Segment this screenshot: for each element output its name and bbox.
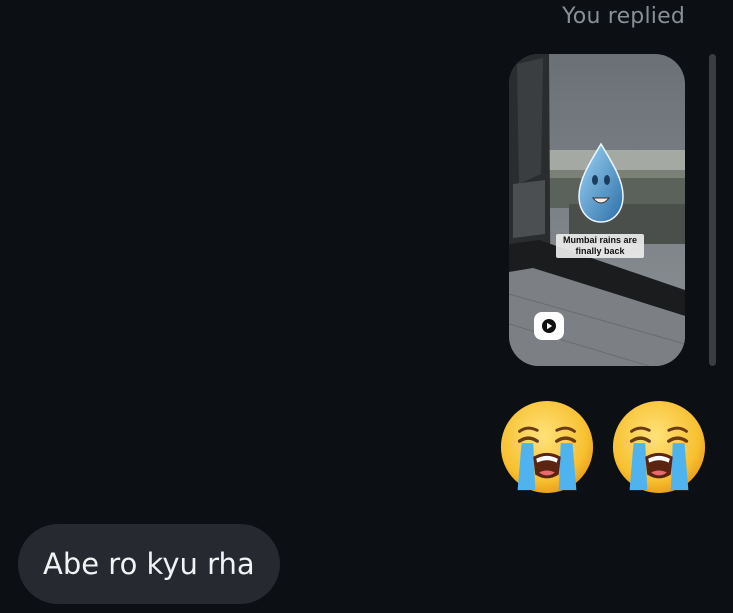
shared-reel-card[interactable]: Mumbai rains are finally back	[509, 54, 685, 366]
incoming-message-text: Abe ro kyu rha	[43, 547, 255, 581]
scrollbar[interactable]	[709, 54, 716, 366]
loudly-crying-face-icon	[612, 400, 706, 494]
play-icon[interactable]	[534, 312, 564, 340]
reply-status-label: You replied	[562, 4, 685, 29]
chat-thread: You replied Mumbai rains are finally bac…	[0, 0, 733, 613]
loudly-crying-face-icon	[500, 400, 594, 494]
reel-caption: Mumbai rains are finally back	[556, 234, 644, 258]
reaction-emoji-row	[498, 398, 708, 496]
reel-caption-line-2: finally back	[575, 246, 625, 256]
reel-caption-line-1: Mumbai rains are	[562, 235, 638, 245]
incoming-message-bubble[interactable]: Abe ro kyu rha	[18, 524, 280, 604]
